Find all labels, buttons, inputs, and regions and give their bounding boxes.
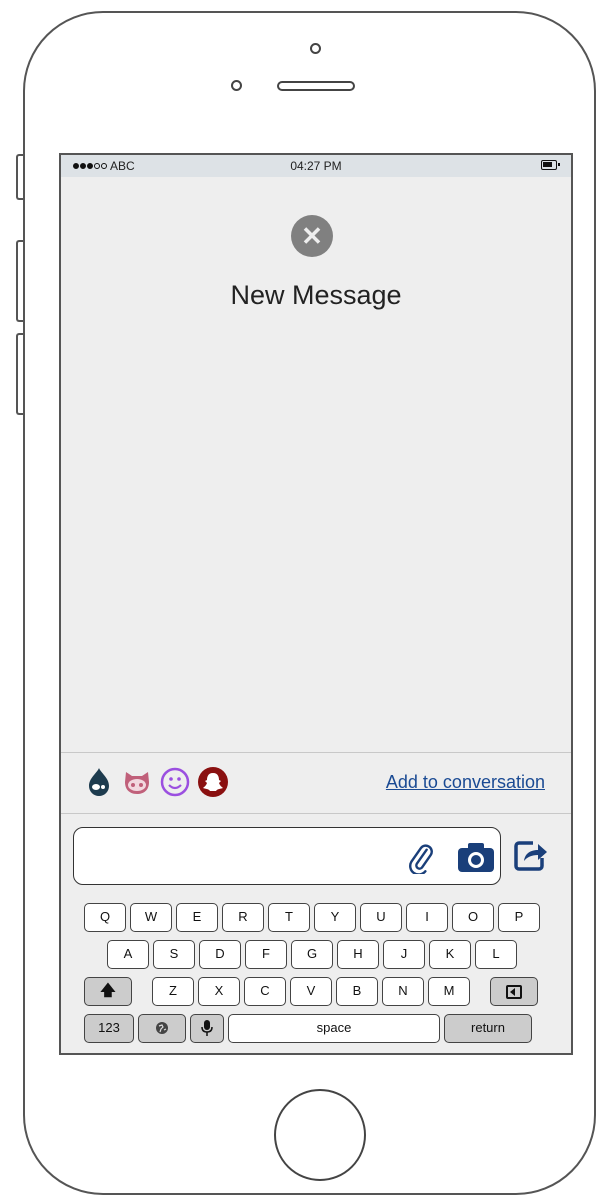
camera-icon[interactable]: [456, 840, 496, 874]
smiley-face-icon[interactable]: [159, 766, 191, 798]
key-f[interactable]: F: [245, 940, 287, 969]
key-a[interactable]: A: [107, 940, 149, 969]
numbers-key[interactable]: 123: [84, 1014, 134, 1043]
divider-bottom: [61, 813, 571, 814]
key-y[interactable]: Y: [314, 903, 356, 932]
backspace-icon[interactable]: [490, 977, 538, 1006]
key-t[interactable]: T: [268, 903, 310, 932]
key-u[interactable]: U: [360, 903, 402, 932]
key-i[interactable]: I: [406, 903, 448, 932]
shift-arrow-icon[interactable]: 🡅: [84, 977, 132, 1006]
phone-screen: ABC 04:27 PM ✕ New Message Add to conver…: [59, 153, 573, 1055]
github-octocat-icon[interactable]: [121, 766, 153, 798]
key-x[interactable]: X: [198, 977, 240, 1006]
key-k[interactable]: K: [429, 940, 471, 969]
return-key[interactable]: return: [444, 1014, 532, 1043]
volume-up-button: [16, 240, 23, 322]
key-m[interactable]: M: [428, 977, 470, 1006]
drupal-icon[interactable]: [83, 766, 115, 798]
key-d[interactable]: D: [199, 940, 241, 969]
key-p[interactable]: P: [498, 903, 540, 932]
share-arrow-icon[interactable]: [513, 838, 549, 872]
volume-down-button: [16, 333, 23, 415]
key-v[interactable]: V: [290, 977, 332, 1006]
add-to-conversation-link[interactable]: Add to conversation: [386, 772, 545, 793]
key-o[interactable]: O: [452, 903, 494, 932]
microphone-icon[interactable]: [190, 1014, 224, 1043]
key-h[interactable]: H: [337, 940, 379, 969]
proximity-sensor: [310, 43, 321, 54]
globe-icon[interactable]: [138, 1014, 186, 1043]
snapchat-ghost-icon[interactable]: [197, 766, 229, 798]
key-g[interactable]: G: [291, 940, 333, 969]
key-b[interactable]: B: [336, 977, 378, 1006]
key-c[interactable]: C: [244, 977, 286, 1006]
key-j[interactable]: J: [383, 940, 425, 969]
paperclip-icon[interactable]: [404, 842, 436, 874]
key-z[interactable]: Z: [152, 977, 194, 1006]
message-input[interactable]: [73, 827, 501, 885]
close-icon[interactable]: ✕: [291, 215, 333, 257]
key-s[interactable]: S: [153, 940, 195, 969]
space-key[interactable]: space: [228, 1014, 440, 1043]
home-button[interactable]: [274, 1089, 366, 1181]
divider-top: [61, 752, 571, 753]
earpiece-speaker: [277, 81, 355, 91]
battery-icon: [541, 160, 560, 170]
key-q[interactable]: Q: [84, 903, 126, 932]
front-camera: [231, 80, 242, 91]
key-w[interactable]: W: [130, 903, 172, 932]
status-time: 04:27 PM: [290, 159, 342, 173]
app-icon-row: [83, 766, 229, 798]
key-l[interactable]: L: [475, 940, 517, 969]
key-r[interactable]: R: [222, 903, 264, 932]
key-e[interactable]: E: [176, 903, 218, 932]
mute-switch: [16, 154, 23, 200]
page-title: New Message: [230, 280, 402, 310]
key-n[interactable]: N: [382, 977, 424, 1006]
status-bar: ABC 04:27 PM: [61, 155, 571, 177]
